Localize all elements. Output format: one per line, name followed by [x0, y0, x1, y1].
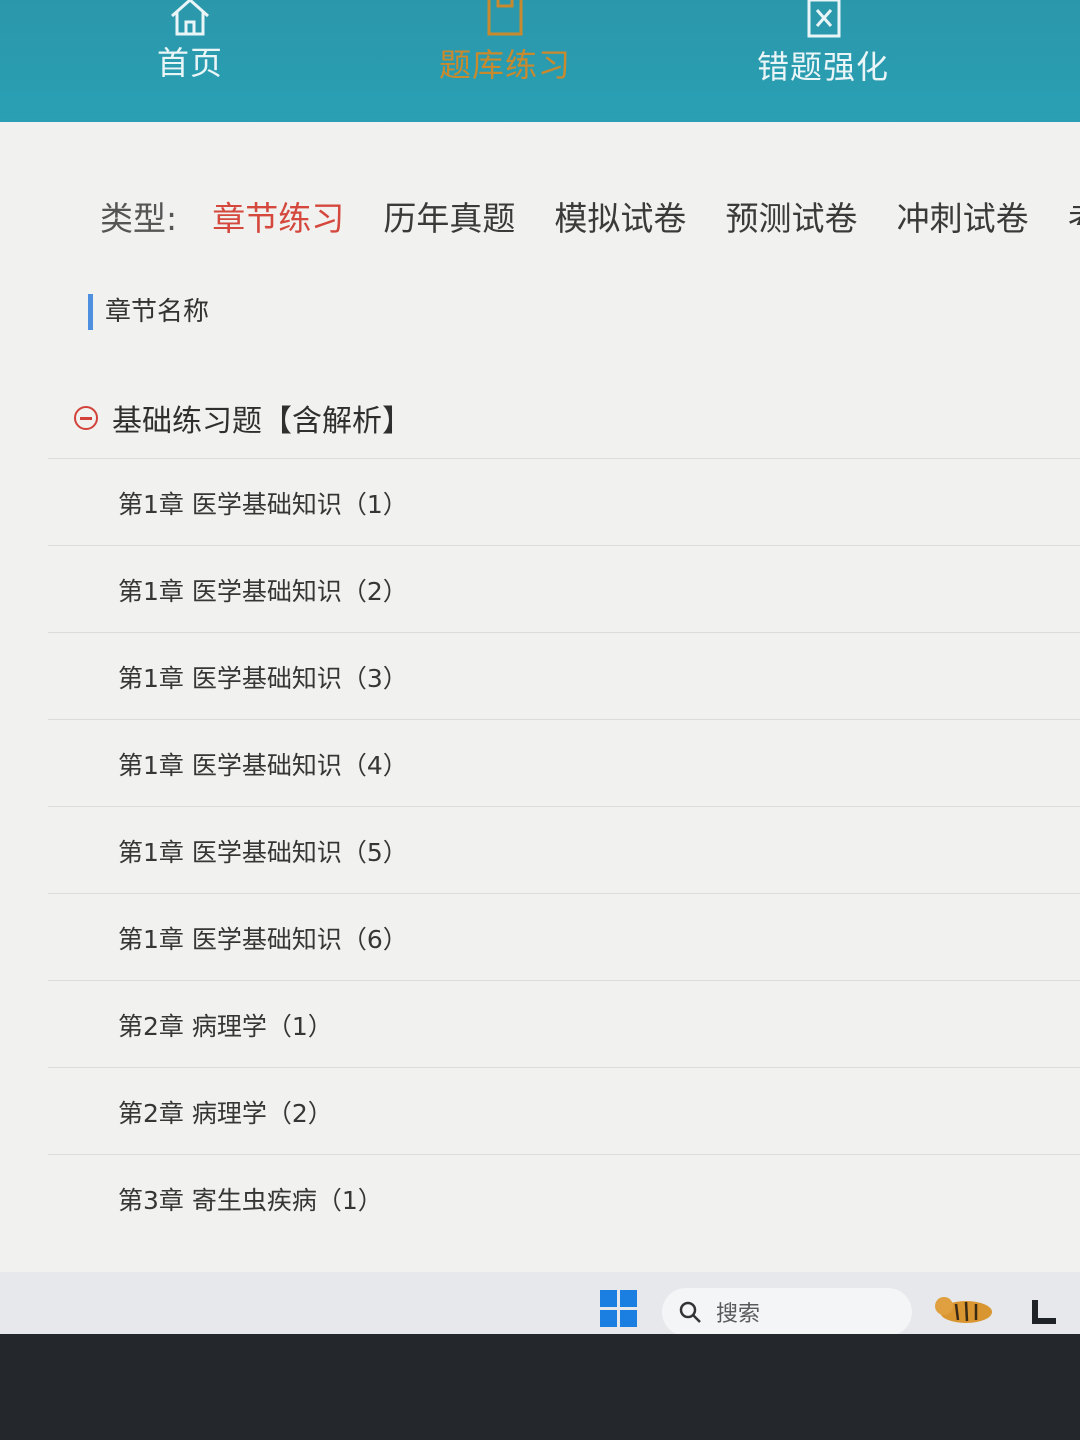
home-icon [171, 0, 209, 36]
chapter-label: 第1章 医学基础知识（1） [118, 490, 408, 519]
chapter-label: 第1章 医学基础知识（2） [118, 577, 408, 606]
list-item[interactable]: 第1章 医学基础知识（5） [48, 806, 1080, 893]
section-title: 章节名称 [88, 294, 209, 330]
nav-label: 首页 [156, 44, 223, 82]
chapter-list: 第1章 医学基础知识（1） 第1章 医学基础知识（2） 第1章 医学基础知识（3… [48, 458, 1080, 1241]
type-option-mock-exams[interactable]: 模拟试卷 [554, 192, 686, 240]
chapter-label: 第1章 医学基础知识（6） [118, 925, 408, 954]
list-item[interactable]: 第2章 病理学（1） [48, 980, 1080, 1067]
list-item[interactable]: 第1章 医学基础知识（1） [48, 458, 1080, 545]
chapter-label: 第1章 医学基础知识（3） [118, 664, 408, 693]
wrong-question-icon [807, 0, 841, 38]
type-option-past-exams[interactable]: 历年真题 [383, 192, 515, 240]
list-item[interactable]: 第2章 病理学（2） [48, 1067, 1080, 1154]
search-label: 搜索 [716, 1302, 761, 1327]
list-item[interactable]: 第1章 医学基础知识（6） [48, 893, 1080, 980]
chapter-label: 第3章 寄生虫疾病（1） [118, 1186, 383, 1215]
list-item[interactable]: 第1章 医学基础知识（3） [48, 632, 1080, 719]
type-option-chapter-practice[interactable]: 章节练习 [212, 192, 344, 240]
nav-item-wrong-questions[interactable]: 错题强化 [748, 0, 898, 88]
nav-item-question-bank[interactable]: 题库练习 [430, 0, 580, 86]
type-filter-bar: 类型: 章节练习 历年真题 模拟试卷 预测试卷 冲刺试卷 考前点题 [100, 192, 1080, 252]
clipboard-icon [487, 0, 523, 36]
taskbar-search[interactable]: 搜索 [662, 1288, 912, 1336]
nav-label: 题库练习 [438, 46, 571, 84]
chapter-label: 第2章 病理学（2） [118, 1099, 333, 1128]
tiger-widget-icon[interactable] [932, 1292, 998, 1328]
chapter-label: 第1章 医学基础知识（4） [118, 751, 408, 780]
chapter-label: 第2章 病理学（1） [118, 1012, 333, 1041]
type-filter-label: 类型: [100, 199, 178, 238]
taskbar: 搜索 [0, 1272, 1080, 1336]
search-icon [679, 1301, 701, 1323]
chapter-label: 第1章 医学基础知识（5） [118, 838, 408, 867]
windows-start-icon[interactable] [600, 1290, 638, 1328]
type-option-pre-exam-points[interactable]: 考前点题 [1068, 192, 1080, 240]
app-icon[interactable] [1030, 1296, 1058, 1324]
list-item[interactable]: 第1章 医学基础知识（4） [48, 719, 1080, 806]
group-label: 基础练习题【含解析】 [112, 404, 412, 439]
list-item[interactable]: 第3章 寄生虫疾病（1） [48, 1154, 1080, 1241]
group-header[interactable]: 基础练习题【含解析】 [74, 396, 412, 440]
nav-label: 错题强化 [756, 48, 889, 86]
content-page: 类型: 章节练习 历年真题 模拟试卷 预测试卷 冲刺试卷 考前点题 章节名称 基… [0, 122, 1080, 1272]
type-option-sprint-exams[interactable]: 冲刺试卷 [897, 192, 1029, 240]
monitor-bezel [0, 1334, 1080, 1440]
nav-item-home[interactable]: 首页 [130, 0, 250, 84]
collapse-icon[interactable] [74, 406, 98, 430]
list-item[interactable]: 第1章 医学基础知识（2） [48, 545, 1080, 632]
type-option-prediction-exams[interactable]: 预测试卷 [726, 192, 858, 240]
top-navigation: 首页 题库练习 错题强化 [0, 0, 1080, 128]
